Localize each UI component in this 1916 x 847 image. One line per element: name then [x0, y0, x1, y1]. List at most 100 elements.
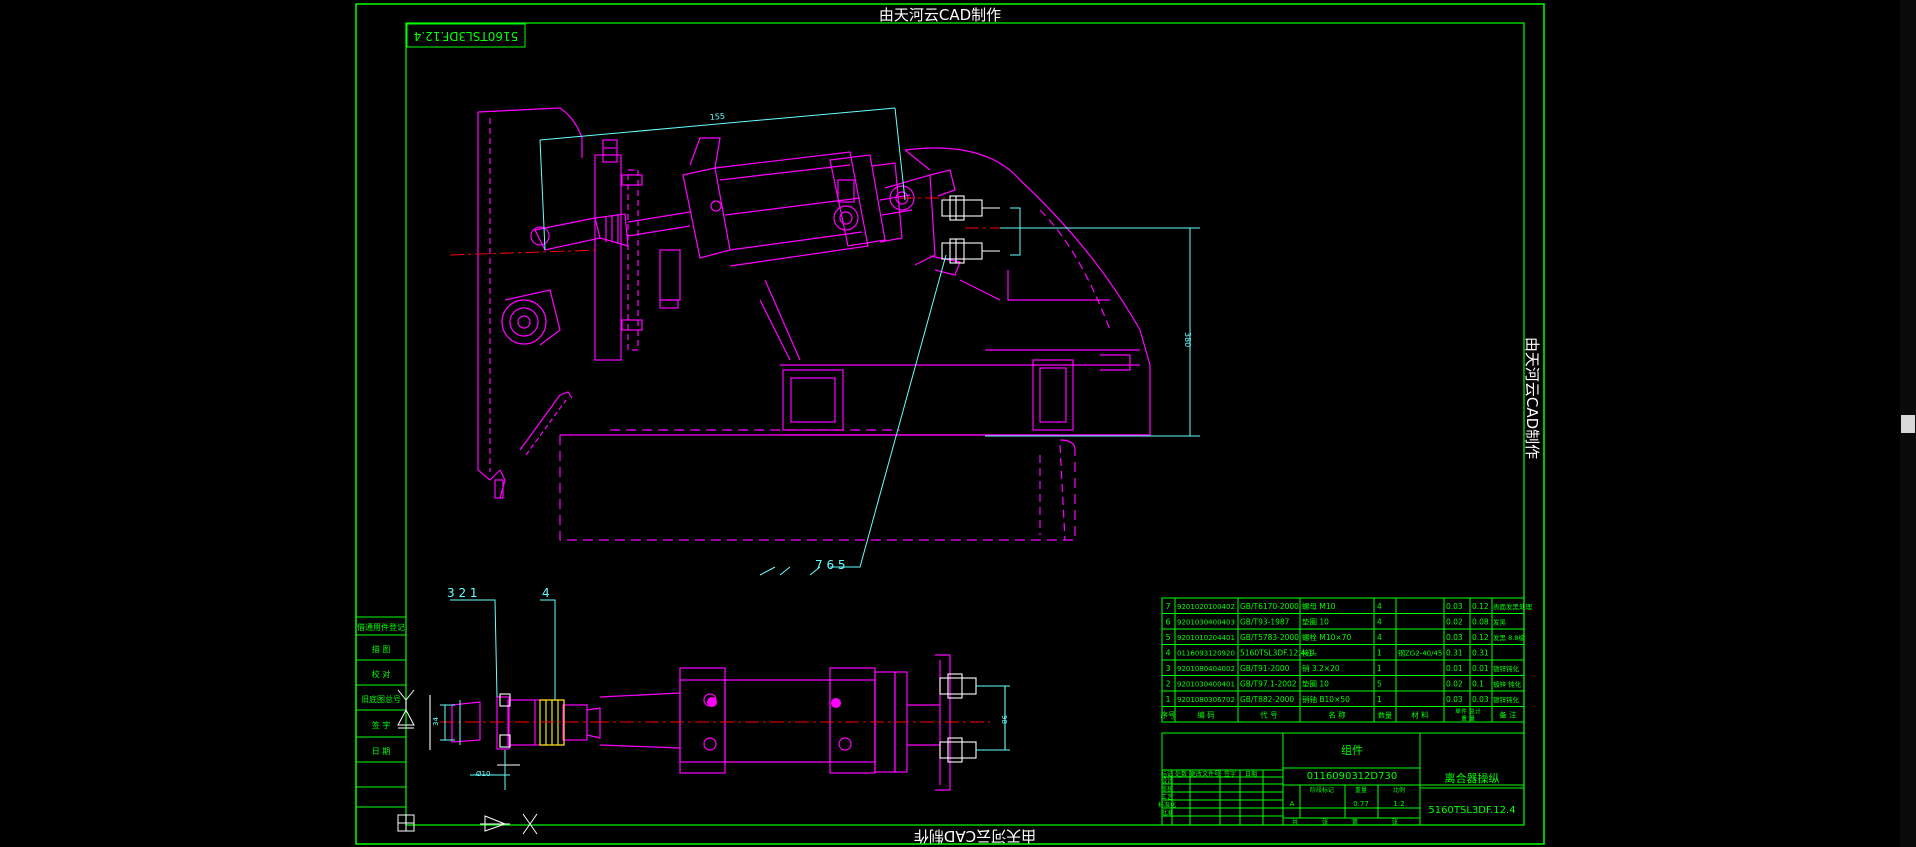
bom-header-std: 代 号	[1260, 710, 1277, 720]
detail-view-small	[451, 696, 601, 750]
bom-cell-no: 7	[1165, 602, 1170, 611]
bom-cell-std: GB/T93-1987	[1240, 618, 1290, 627]
bom-cell-note: 镀锌钝化	[1493, 664, 1520, 673]
bom-cell-w1: 0.03	[1446, 602, 1463, 611]
bom-cell-w1: 0.03	[1446, 633, 1463, 642]
bom-cell-std: GB/T97.1-2002	[1240, 680, 1297, 689]
banner-right: 由天河云CAD制作	[1523, 337, 1541, 459]
tb-row1-label: 签字	[1224, 770, 1236, 778]
bom-cell-w1: 0.02	[1446, 680, 1463, 689]
bom-cell-qty: 1	[1377, 695, 1382, 704]
side-table-label: 校 对	[372, 669, 391, 679]
bom-cell-std: GB/T6170-2000	[1240, 602, 1299, 611]
side-table-label: 描 图	[372, 644, 391, 654]
title-drawing-no: 5160TSL3DF.12.4	[1428, 805, 1515, 816]
bom-cell-note: 发黑 8.8级	[1493, 633, 1525, 642]
tb-row1-label: 日期	[1245, 770, 1257, 778]
bom-cell-w2: 0.31	[1472, 649, 1489, 658]
bom-header-note: 备 注	[1499, 710, 1517, 720]
bom-cell-mat: 钢ZG2-40/45	[1398, 649, 1442, 658]
bom-cell-qty: 5	[1377, 680, 1382, 689]
bom-header-no: 序号	[1161, 710, 1176, 720]
detail-dims	[440, 599, 556, 790]
bom-cell-w2: 0.1	[1472, 680, 1484, 689]
bom-cell-w1: 0.03	[1446, 695, 1463, 704]
bom-cell-std: GB/T5783-2000	[1240, 633, 1299, 642]
bom-table: 7 9201020100402 GB/T6170-2000 螺母 M10 4 0.03 0.…	[1161, 597, 1533, 723]
bom-cell-code: 9201030400403	[1177, 619, 1235, 627]
banner-top: 由天河云CAD制作	[879, 6, 1001, 24]
bom-cell-note: 发黑	[1493, 618, 1507, 627]
bom-header-code: 编 码	[1197, 710, 1215, 720]
tb-row1-label: 标记	[1161, 770, 1173, 778]
tb-right-label: 阶段标记	[1310, 786, 1334, 794]
bom-cell-code: 9201010204401	[1177, 634, 1235, 642]
side-table-label: 借通用件登记	[357, 622, 405, 632]
bom-cell-w2: 0.03	[1472, 695, 1489, 704]
bom-cell-qty: 4	[1377, 602, 1382, 611]
tb-sheet-label: 张	[1392, 818, 1398, 826]
tb-row1-label: 处数	[1175, 770, 1187, 778]
bom-cell-w2: 0.01	[1472, 664, 1489, 673]
bom-cell-w2: 0.12	[1472, 602, 1489, 611]
tb-sheet-label: 共	[1292, 818, 1298, 826]
cad-drawing-canvas[interactable]: 由天河云CAD制作 由天河云CAD制作 由天河云CAD制作 5160TSL3DF…	[0, 0, 1916, 847]
tb-right-label: 重量	[1355, 786, 1367, 794]
tb-sheet-label: 张	[1322, 818, 1328, 826]
bom-cell-std: GB/T882-2000	[1240, 695, 1294, 704]
bom-cell-w2: 0.08	[1472, 618, 1489, 627]
main-assembly-view	[477, 107, 1151, 541]
tb-right-label: 比例	[1393, 786, 1405, 794]
title-group-label: 组件	[1341, 743, 1363, 757]
bom-cell-name: 螺母 M10	[1302, 601, 1336, 611]
callout-left-single: 4	[542, 586, 550, 600]
banner-bottom: 由天河云CAD制作	[914, 827, 1036, 845]
bom-cell-no: 3	[1165, 664, 1170, 673]
tb-weight: 0.77	[1353, 800, 1369, 808]
bom-cell-name: 螺栓 M10×70	[1302, 632, 1351, 642]
cylinder-marker-dot-1	[707, 697, 717, 707]
title-part-code: 0116090312D730	[1307, 771, 1397, 782]
bom-header-qty: 数量	[1378, 711, 1392, 720]
bom-cell-name: 接头	[1302, 648, 1318, 658]
side-table-label: 签 字	[372, 720, 391, 730]
bom-cell-name: 垫圈 10	[1302, 679, 1329, 689]
bom-cell-name: 销 3.2×20	[1302, 663, 1340, 673]
tb-side-label: 标准化	[1158, 801, 1176, 809]
cylinder-marker-dot-2	[831, 698, 841, 708]
bom-cell-no: 2	[1165, 680, 1170, 689]
side-table-label: 日 期	[372, 747, 391, 756]
bom-header-weight: 单件 总计	[1455, 708, 1481, 716]
side-table-label: 旧底图总号	[361, 694, 401, 704]
scrollbar-thumb[interactable]	[1901, 415, 1915, 433]
projection-symbol	[397, 689, 538, 835]
bom-cell-code: 9201080306702	[1177, 696, 1235, 704]
bom-header-weight-sub: 重 量	[1461, 715, 1475, 723]
bom-cell-code: 9201030400401	[1177, 681, 1235, 689]
tb-sheet-label: 第	[1352, 818, 1358, 826]
bom-cell-note: 表面发黑处理	[1493, 602, 1533, 611]
bom-cell-qty: 1	[1377, 664, 1382, 673]
dim-right-small: 98	[1000, 715, 1008, 724]
bom-cell-qty: 1	[1377, 649, 1382, 658]
side-table-text: 借通用件登记描 图校 对旧底图总号签 字日 期	[357, 622, 405, 756]
bom-cell-w1: 0.02	[1446, 618, 1463, 627]
dim-right: 380	[1183, 332, 1192, 347]
bolt-group-main	[941, 195, 1000, 264]
tb-scale: 1:2	[1393, 800, 1404, 808]
dimension-lines-main	[539, 107, 1200, 576]
bom-cell-qty: 4	[1377, 618, 1382, 627]
bom-header-mat: 材 料	[1411, 710, 1429, 720]
title-part-name: 离合器操纵	[1445, 771, 1500, 785]
dim-small: Ø10	[476, 770, 490, 778]
bom-cell-note: 镀锌钝化	[1493, 695, 1520, 704]
bom-cell-code: 9201080404002	[1177, 665, 1235, 673]
bom-cell-w2: 0.12	[1472, 633, 1489, 642]
bom-cell-name: 销轴 B10×50	[1302, 694, 1350, 704]
bom-cell-no: 6	[1165, 618, 1170, 627]
dim-left: 34	[432, 717, 440, 726]
tb-side-label: 设计	[1161, 777, 1173, 785]
tb-stage: A	[1290, 800, 1295, 808]
dim-top: 155	[709, 112, 725, 122]
bom-header-name: 名 称	[1328, 710, 1346, 720]
